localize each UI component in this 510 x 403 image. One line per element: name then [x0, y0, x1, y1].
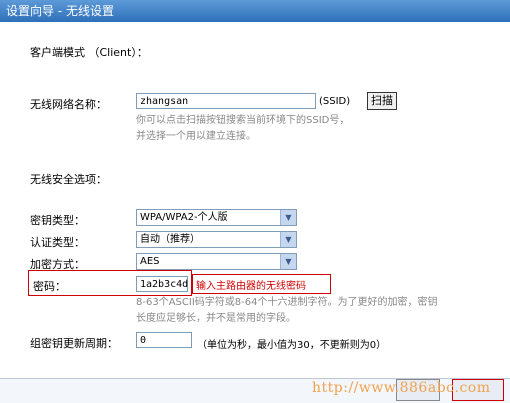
security-section-label: 无线安全选项： [30, 173, 107, 186]
renew-period-label: 组密钥更新周期： [30, 337, 118, 350]
key-type-value: WPA/WPA2-个人版 [140, 212, 228, 223]
password-annotation: 输入主路由器的无线密码 [196, 281, 306, 292]
ssid-label: 无线网络名称： [30, 98, 107, 111]
auth-type-select[interactable]: 自动（推荐） ▼ [136, 231, 297, 248]
key-type-label: 密钥类型： [30, 214, 85, 227]
ssid-hint-line2: 并选择一个用以建立连接。 [136, 131, 256, 142]
ssid-suffix: (SSID) [319, 96, 351, 107]
key-type-select[interactable]: WPA/WPA2-个人版 ▼ [136, 209, 297, 226]
ssid-hint-line1: 你可以点击扫描按钮搜索当前环境下的SSID号， [136, 115, 350, 126]
password-label: 密码： [33, 280, 66, 293]
chevron-down-icon[interactable]: ▼ [280, 254, 296, 269]
chevron-down-icon[interactable]: ▼ [280, 232, 296, 247]
auth-type-value: 自动（推荐） [140, 234, 200, 245]
auth-type-label: 认证类型： [30, 236, 85, 249]
renew-period-input[interactable]: 0 [136, 332, 192, 348]
password-hint-line1: 8-63个ASCII码字符或8-64个十六进制字符。为了更好的加密，密钥 [136, 297, 438, 308]
ssid-input[interactable]: zhangsan [136, 93, 316, 109]
renew-period-note: （单位为秒，最小值为30，不更新则为0） [197, 340, 387, 351]
client-mode-label: 客户端模式 （Client）： [30, 46, 148, 59]
window-title: 设置向导 - 无线设置 [0, 0, 510, 22]
chevron-down-icon[interactable]: ▼ [280, 210, 296, 225]
password-hint-line2: 长度应足够长，并不是常用的字段。 [136, 313, 296, 324]
encryption-value: AES [140, 256, 160, 267]
scan-button[interactable]: 扫描 [367, 92, 397, 110]
watermark-url: http://www.886abc.com [312, 380, 491, 396]
encryption-select[interactable]: AES ▼ [136, 253, 297, 270]
password-input[interactable]: 1a2b3c4d [136, 276, 188, 292]
